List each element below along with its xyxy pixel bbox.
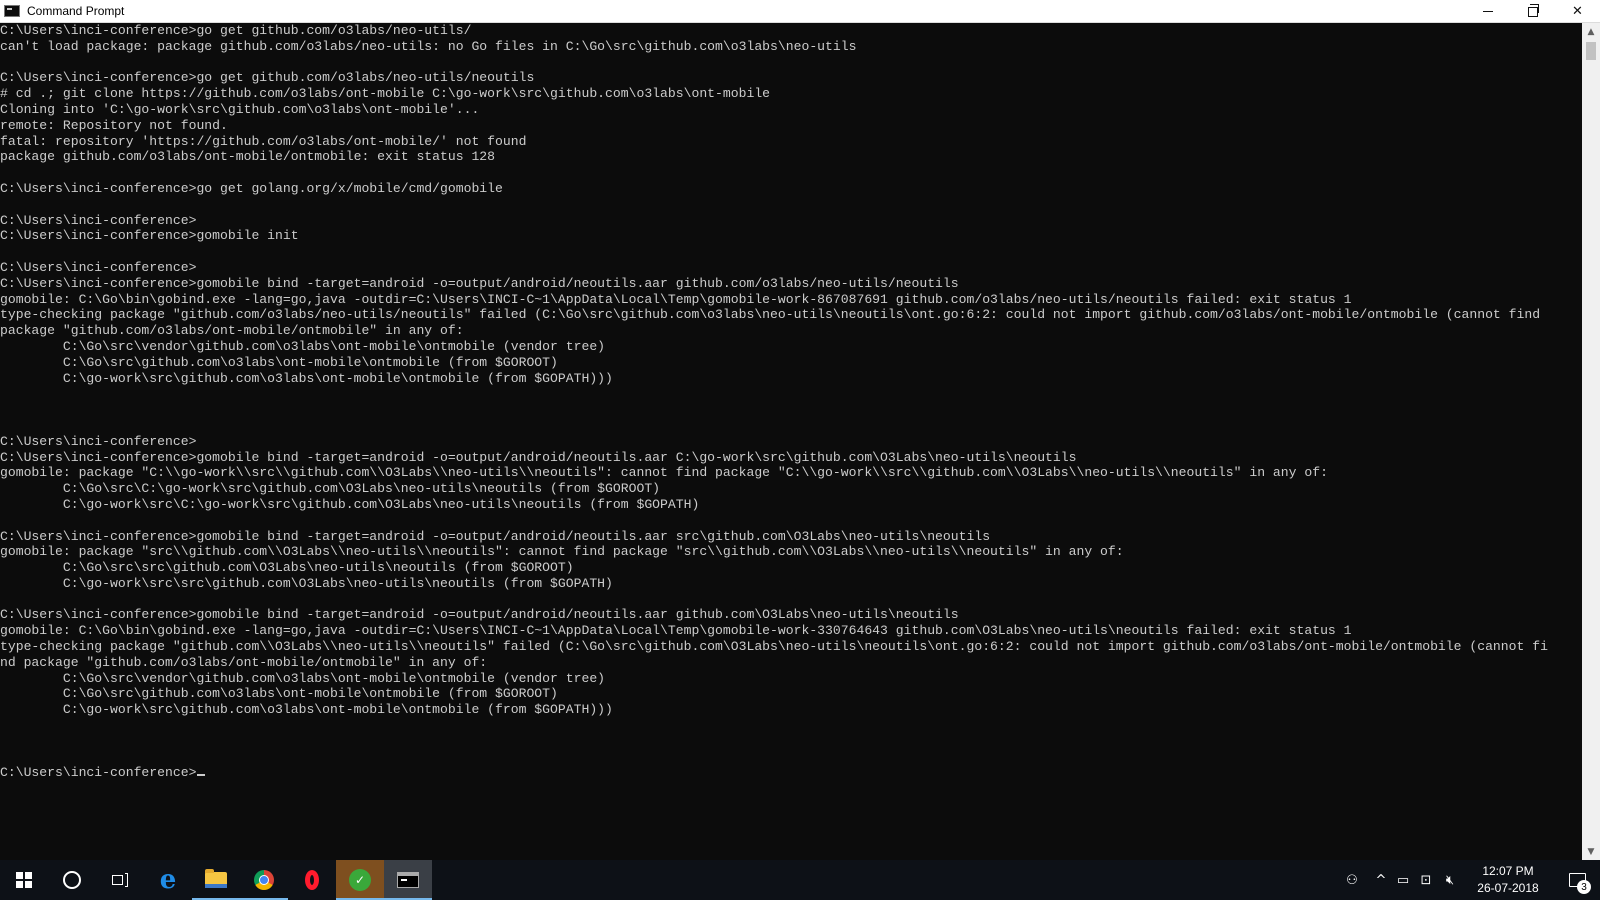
start-button[interactable] — [0, 860, 48, 900]
window-title: Command Prompt — [27, 4, 125, 18]
taskbar: e ✓ ⚇ ^ ▭ ⊡ 🔇︎ 12:07 PM 26-07-2018 3 — [0, 860, 1600, 900]
console-line: C:\go-work\src\github.com\o3labs\ont-mob… — [0, 702, 613, 718]
clock[interactable]: 12:07 PM 26-07-2018 — [1462, 863, 1554, 897]
console-line: Cloning into 'C:\go-work\src\github.com\… — [0, 101, 480, 117]
console-line: C:\Users\inci-conference>gomobile bind -… — [0, 449, 1077, 465]
cortana-button[interactable] — [48, 860, 96, 900]
console-line: remote: Repository not found. — [0, 117, 228, 133]
taskbar-command-prompt[interactable] — [384, 860, 432, 900]
taskbar-file-explorer[interactable] — [192, 860, 240, 900]
action-center-button[interactable]: 3 — [1554, 860, 1600, 900]
console-line: C:\go-work\src\src\github.com\O3Labs\neo… — [0, 575, 613, 591]
console-line: C:\Go\src\src\github.com\O3Labs\neo-util… — [0, 560, 574, 576]
show-hidden-icons-button[interactable]: ^ — [1370, 860, 1392, 900]
console-line: C:\Go\src\vendor\github.com\o3labs\ont-m… — [0, 338, 606, 354]
console-line: package "github.com/o3labs/ont-mobile/on… — [0, 323, 464, 339]
console-line: type-checking package "github.com/o3labs… — [0, 307, 1541, 323]
console-line: gomobile: C:\Go\bin\gobind.exe -lang=go,… — [0, 623, 1352, 639]
console-line: C:\Go\src\github.com\o3labs\ont-mobile\o… — [0, 686, 558, 702]
green-app-icon: ✓ — [349, 869, 371, 891]
console-line: gomobile: package "src\\github.com\\O3La… — [0, 544, 1124, 560]
console-line: # cd .; git clone https://github.com/o3l… — [0, 86, 771, 102]
taskbar-edge[interactable]: e — [144, 860, 192, 900]
close-icon: ✕ — [1572, 4, 1583, 19]
minimize-button[interactable] — [1465, 0, 1510, 23]
clock-date: 26-07-2018 — [1477, 881, 1539, 895]
console-line: C:\go-work\src\github.com\o3labs\ont-mob… — [0, 370, 613, 386]
task-view-icon — [112, 873, 128, 887]
console-output[interactable]: C:\Users\inci-conference>go get github.c… — [0, 23, 1582, 860]
edge-icon: e — [159, 865, 177, 895]
console-line: C:\Users\inci-conference>gomobile bind -… — [0, 275, 959, 291]
clock-time: 12:07 PM — [1482, 864, 1534, 878]
console-line: C:\Users\inci-conference> — [0, 212, 197, 228]
minimize-icon — [1482, 11, 1493, 12]
console-line: gomobile: package "C:\\go-work\\src\\git… — [0, 465, 1328, 481]
maximize-button[interactable] — [1510, 0, 1555, 23]
network-button[interactable]: ⊡ — [1414, 860, 1438, 900]
folder-icon — [205, 869, 227, 888]
console-line: C:\Go\src\github.com\o3labs\ont-mobile\o… — [0, 354, 558, 370]
opera-icon — [305, 870, 319, 890]
console-line: C:\Users\inci-conference>go get github.c… — [0, 70, 535, 86]
people-button[interactable]: ⚇ — [1334, 860, 1370, 900]
console-text: C:\Users\inci-conference>go get github.c… — [0, 23, 1582, 781]
battery-icon: ▭ — [1396, 872, 1410, 888]
people-icon: ⚇ — [1346, 872, 1358, 888]
console-line: C:\Users\inci-conference>gomobile init — [0, 228, 299, 244]
console-line: C:\Users\inci-conference>gomobile bind -… — [0, 528, 991, 544]
taskbar-opera[interactable] — [288, 860, 336, 900]
volume-button[interactable]: 🔇︎ — [1438, 860, 1462, 900]
console-line: nd package "github.com/o3labs/ont-mobile… — [0, 654, 488, 670]
title-bar[interactable]: Command Prompt ✕ — [0, 0, 1600, 23]
console-line: C:\Users\inci-conference>go get github.c… — [0, 23, 472, 38]
console-line: type-checking package "github.com\\O3Lab… — [0, 639, 1548, 655]
vertical-scrollbar[interactable]: ▲ ▼ — [1582, 23, 1600, 860]
scroll-up-button[interactable]: ▲ — [1582, 23, 1600, 40]
notification-count-badge: 3 — [1577, 880, 1591, 894]
restore-icon — [1527, 3, 1539, 17]
system-tray: ⚇ ^ ▭ ⊡ 🔇︎ 12:07 PM 26-07-2018 3 — [1334, 860, 1600, 900]
console-line: C:\Go\src\vendor\github.com\o3labs\ont-m… — [0, 670, 606, 686]
scroll-down-button[interactable]: ▼ — [1582, 843, 1600, 860]
scroll-down-arrow-icon: ▼ — [1587, 846, 1595, 857]
console-line: C:\Users\inci-conference> — [0, 259, 197, 275]
console-line: C:\go-work\src\C:\go-work\src\github.com… — [0, 496, 700, 512]
console-line: C:\Users\inci-conference> — [0, 765, 197, 781]
cortana-circle-icon — [63, 871, 81, 889]
console-line: can't load package: package github.com/o… — [0, 38, 857, 54]
console-line: C:\Users\inci-conference>gomobile bind -… — [0, 607, 959, 623]
console-line: fatal: repository 'https://github.com/o3… — [0, 133, 527, 149]
chrome-icon — [254, 870, 274, 890]
battery-button[interactable]: ▭ — [1392, 860, 1414, 900]
network-icon: ⊡ — [1420, 872, 1432, 888]
console-line: C:\Users\inci-conference> — [0, 433, 197, 449]
scroll-thumb[interactable] — [1586, 42, 1596, 60]
command-prompt-app-icon[interactable] — [4, 5, 20, 17]
window-controls: ✕ — [1465, 0, 1600, 23]
console-line: gomobile: C:\Go\bin\gobind.exe -lang=go,… — [0, 291, 1352, 307]
cmd-icon — [397, 872, 419, 888]
taskbar-green-app[interactable]: ✓ — [336, 860, 384, 900]
chevron-up-icon: ^ — [1375, 872, 1387, 888]
task-view-button[interactable] — [96, 860, 144, 900]
console-line: C:\Go\src\C:\go-work\src\github.com\O3La… — [0, 481, 661, 497]
windows-logo-icon — [16, 872, 32, 888]
text-cursor — [197, 774, 206, 777]
console-line: C:\Users\inci-conference>go get golang.o… — [0, 180, 503, 196]
console-line: package github.com/o3labs/ont-mobile/ont… — [0, 149, 496, 165]
close-button[interactable]: ✕ — [1555, 0, 1600, 23]
scroll-up-arrow-icon: ▲ — [1587, 26, 1595, 37]
volume-muted-icon: 🔇︎ — [1445, 872, 1455, 888]
taskbar-chrome[interactable] — [240, 860, 288, 900]
